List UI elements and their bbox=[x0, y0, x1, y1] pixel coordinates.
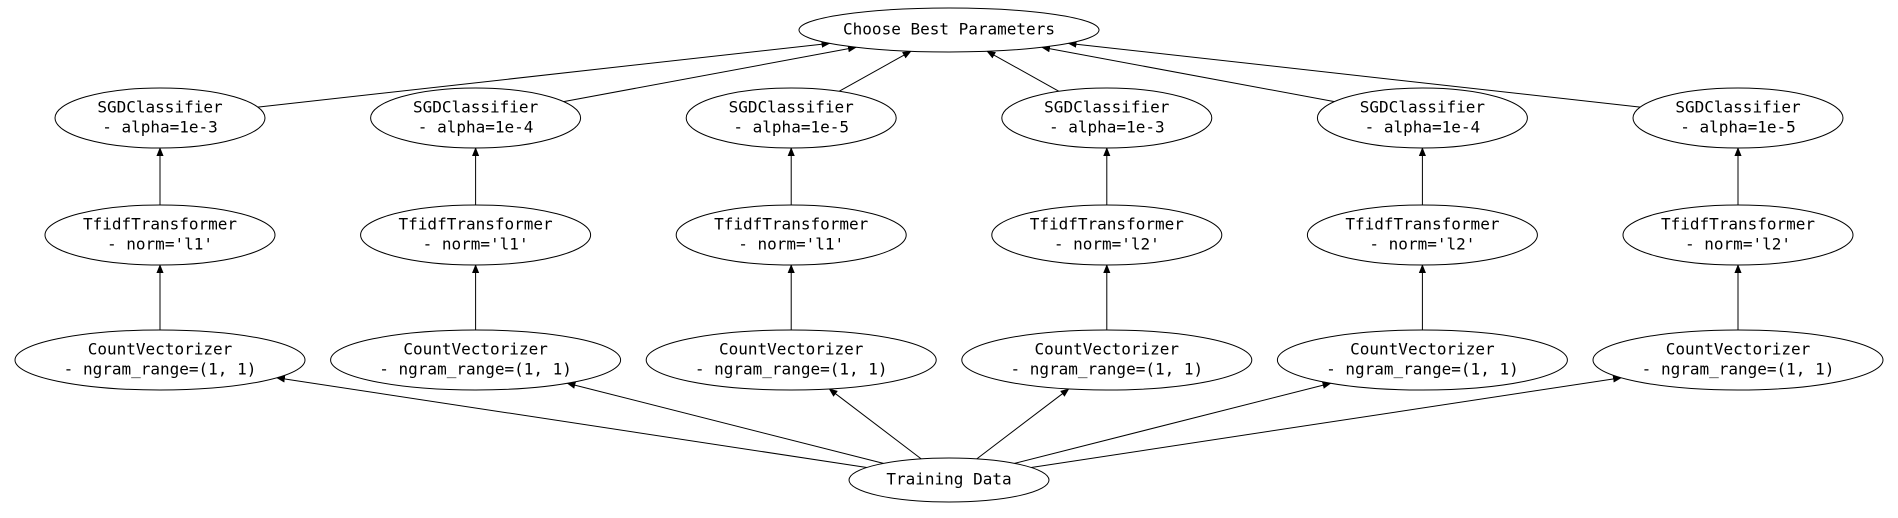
edge-sgd-root-3 bbox=[987, 51, 1059, 91]
tfidf-node-0-label-0: TfidfTransformer bbox=[83, 215, 237, 234]
sgd-node-5: SGDClassifier- alpha=1e-5 bbox=[1633, 88, 1843, 148]
tfidf-node-2-label-1: - norm='l1' bbox=[738, 235, 844, 254]
count-node-5: CountVectorizer- ngram_range=(1, 1) bbox=[1593, 330, 1883, 390]
sgd-node-1-label-1: - alpha=1e-4 bbox=[418, 118, 534, 137]
root-node-label-0: Choose Best Parameters bbox=[843, 20, 1055, 39]
count-node-3-label-1: - ngram_range=(1, 1) bbox=[1010, 360, 1203, 379]
edge-train-count-3 bbox=[977, 389, 1069, 459]
sgd-node-4-label-1: - alpha=1e-4 bbox=[1365, 118, 1481, 137]
pipeline-graph: Choose Best Parameters Training Data SGDCl… bbox=[0, 0, 1898, 518]
sgd-node-2-label-1: - alpha=1e-5 bbox=[733, 118, 849, 137]
count-node-2-label-1: - ngram_range=(1, 1) bbox=[695, 360, 888, 379]
sgd-node-5-label-0: SGDClassifier bbox=[1675, 98, 1801, 117]
tfidf-node-1: TfidfTransformer- norm='l1' bbox=[361, 205, 591, 265]
count-node-0-label-1: - ngram_range=(1, 1) bbox=[64, 360, 257, 379]
sgd-node-5-label-1: - alpha=1e-5 bbox=[1680, 118, 1796, 137]
tfidf-node-3-label-1: - norm='l2' bbox=[1054, 235, 1160, 254]
sgd-node-3-label-0: SGDClassifier bbox=[1044, 98, 1170, 117]
count-node-0-label-0: CountVectorizer bbox=[88, 340, 233, 359]
count-node-4-label-0: CountVectorizer bbox=[1350, 340, 1495, 359]
edge-train-count-2 bbox=[829, 389, 921, 459]
tfidf-node-0-label-1: - norm='l1' bbox=[107, 235, 213, 254]
count-node-2: CountVectorizer- ngram_range=(1, 1) bbox=[646, 330, 936, 390]
count-node-5-label-0: CountVectorizer bbox=[1666, 340, 1811, 359]
tfidf-node-5-label-1: - norm='l2' bbox=[1685, 235, 1791, 254]
tfidf-node-0: TfidfTransformer- norm='l1' bbox=[45, 205, 275, 265]
count-node-4-label-1: - ngram_range=(1, 1) bbox=[1326, 360, 1519, 379]
tfidf-node-1-label-0: TfidfTransformer bbox=[399, 215, 553, 234]
edge-train-count-4 bbox=[1015, 383, 1331, 463]
count-node-3: CountVectorizer- ngram_range=(1, 1) bbox=[962, 330, 1252, 390]
edge-train-count-5 bbox=[1031, 378, 1621, 468]
sgd-node-0-label-0: SGDClassifier bbox=[97, 98, 223, 117]
sgd-node-0-label-1: - alpha=1e-3 bbox=[102, 118, 218, 137]
tfidf-node-2: TfidfTransformer- norm='l1' bbox=[676, 205, 906, 265]
sgd-node-3-label-1: - alpha=1e-3 bbox=[1049, 118, 1165, 137]
tfidf-node-3-label-0: TfidfTransformer bbox=[1030, 215, 1184, 234]
root-node: Choose Best Parameters bbox=[799, 8, 1099, 52]
sgd-node-4: SGDClassifier- alpha=1e-4 bbox=[1317, 88, 1527, 148]
sgd-node-0: SGDClassifier- alpha=1e-3 bbox=[55, 88, 265, 148]
count-node-0: CountVectorizer- ngram_range=(1, 1) bbox=[15, 330, 305, 390]
tfidf-node-5: TfidfTransformer- norm='l2' bbox=[1623, 205, 1853, 265]
tfidf-node-3: TfidfTransformer- norm='l2' bbox=[992, 205, 1222, 265]
count-node-1-label-1: - ngram_range=(1, 1) bbox=[379, 360, 572, 379]
sgd-node-4-label-0: SGDClassifier bbox=[1360, 98, 1486, 117]
sgd-node-2: SGDClassifier- alpha=1e-5 bbox=[686, 88, 896, 148]
sgd-node-3: SGDClassifier- alpha=1e-3 bbox=[1002, 88, 1212, 148]
tfidf-node-1-label-1: - norm='l1' bbox=[423, 235, 529, 254]
sgd-node-1-label-0: SGDClassifier bbox=[413, 98, 539, 117]
sgd-node-1: SGDClassifier- alpha=1e-4 bbox=[371, 88, 581, 148]
edge-train-count-1 bbox=[567, 383, 883, 463]
tfidf-node-4-label-1: - norm='l2' bbox=[1369, 235, 1475, 254]
count-node-3-label-0: CountVectorizer bbox=[1035, 340, 1180, 359]
count-node-1: CountVectorizer- ngram_range=(1, 1) bbox=[331, 330, 621, 390]
tfidf-node-4: TfidfTransformer- norm='l2' bbox=[1307, 205, 1537, 265]
sgd-node-2-label-0: SGDClassifier bbox=[729, 98, 855, 117]
count-node-2-label-0: CountVectorizer bbox=[719, 340, 864, 359]
tfidf-node-2-label-0: TfidfTransformer bbox=[714, 215, 868, 234]
tfidf-node-4-label-0: TfidfTransformer bbox=[1345, 215, 1499, 234]
count-node-5-label-1: - ngram_range=(1, 1) bbox=[1642, 360, 1835, 379]
training-data-node: Training Data bbox=[849, 458, 1049, 502]
count-node-1-label-0: CountVectorizer bbox=[403, 340, 548, 359]
tfidf-node-5-label-0: TfidfTransformer bbox=[1661, 215, 1815, 234]
training-data-node-label-0: Training Data bbox=[886, 470, 1011, 489]
edge-sgd-root-2 bbox=[839, 51, 911, 91]
edge-train-count-0 bbox=[277, 378, 867, 468]
count-node-4: CountVectorizer- ngram_range=(1, 1) bbox=[1277, 330, 1567, 390]
